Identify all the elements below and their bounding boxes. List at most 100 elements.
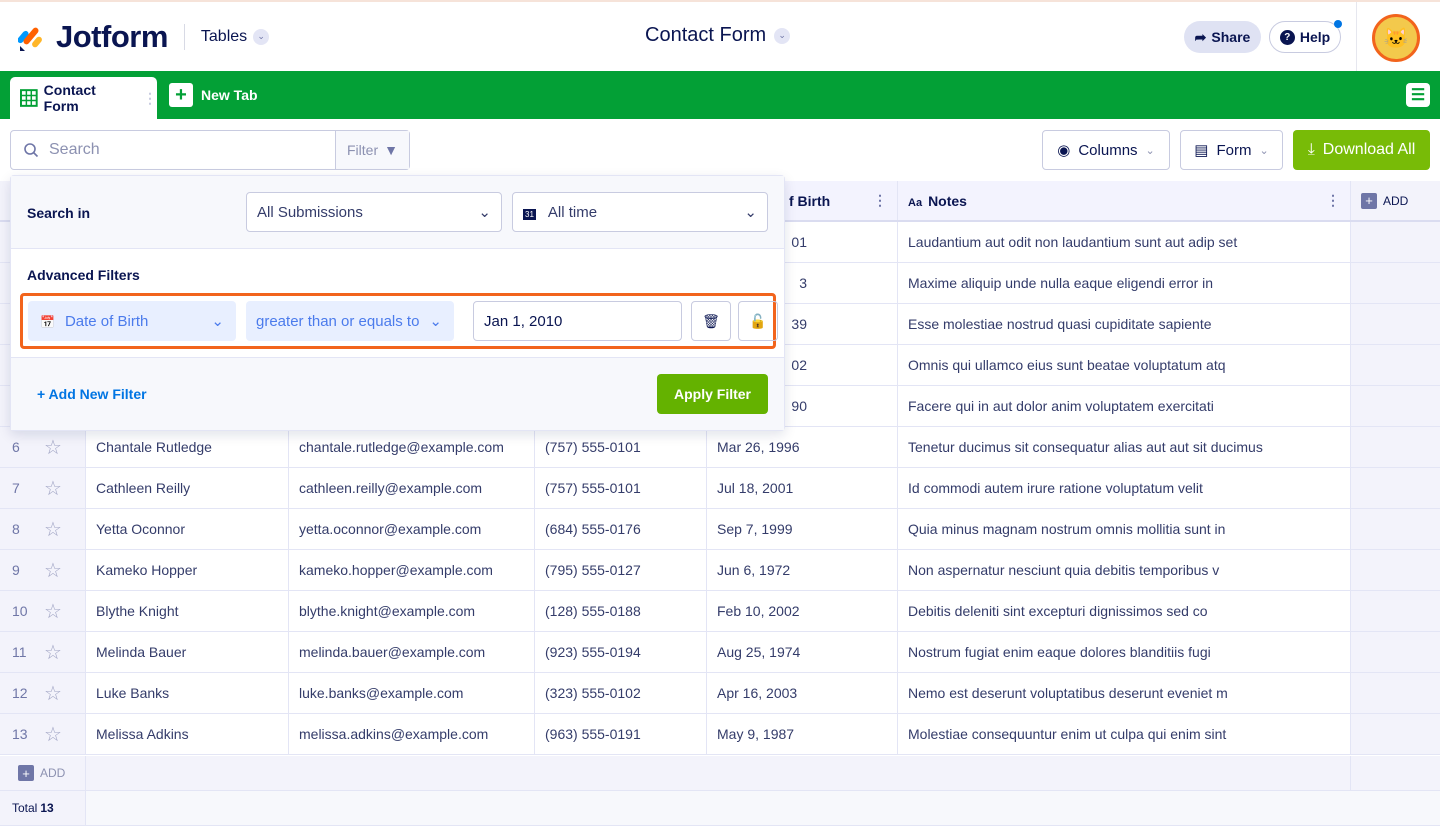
table-row[interactable]: 11 ☆ Melinda Bauer melinda.bauer@example.co… — [0, 632, 1440, 673]
table-row[interactable]: 6 ☆ Chantale Rutledge chantale.rutledge@exa… — [0, 427, 1440, 468]
date-of-birth-cell[interactable]: Jul 18, 2001 — [707, 468, 898, 508]
scope-select[interactable]: All Submissions ⌄ — [246, 192, 502, 232]
notes-cell[interactable]: Omnis qui ullamco eius sunt beatae volup… — [898, 345, 1351, 385]
star-icon[interactable]: ☆ — [44, 640, 62, 665]
star-icon[interactable]: ☆ — [44, 681, 62, 706]
date-of-birth-cell[interactable]: Feb 10, 2002 — [707, 591, 898, 631]
download-all-button[interactable]: ⤓ Download All — [1293, 130, 1430, 170]
new-tab-button[interactable]: + New Tab — [169, 83, 258, 107]
apply-filter-button[interactable]: Apply Filter — [657, 374, 768, 414]
tab-options-icon[interactable]: ⋮ — [143, 90, 157, 107]
table-row[interactable]: 13 ☆ Melissa Adkins melissa.adkins@example.… — [0, 714, 1440, 755]
jotform-logo[interactable]: Jotform — [18, 19, 168, 55]
notes-cell[interactable]: Tenetur ducimus sit consequatur alias au… — [898, 427, 1351, 467]
email-cell[interactable]: yetta.oconnor@example.com — [289, 509, 535, 549]
email-cell[interactable]: chantale.rutledge@example.com — [289, 427, 535, 467]
date-of-birth-cell[interactable]: Sep 7, 1999 — [707, 509, 898, 549]
lock-filter-button[interactable]: 🔓 — [738, 301, 778, 341]
help-button[interactable]: ? Help — [1269, 20, 1342, 53]
search-input[interactable]: Search — [49, 141, 335, 159]
email-cell[interactable]: luke.banks@example.com — [289, 673, 535, 713]
table-row[interactable]: 9 ☆ Kameko Hopper kameko.hopper@example.com… — [0, 550, 1440, 591]
name-cell[interactable]: Cathleen Reilly — [86, 468, 289, 508]
date-of-birth-cell[interactable]: Aug 25, 1974 — [707, 632, 898, 672]
star-icon[interactable]: ☆ — [44, 517, 62, 542]
name-cell[interactable]: Kameko Hopper — [86, 550, 289, 590]
email-cell[interactable]: kameko.hopper@example.com — [289, 550, 535, 590]
chevron-down-icon: ⌄ — [1259, 144, 1269, 157]
search-icon — [24, 143, 39, 158]
add-row-button[interactable]: + ADD — [0, 756, 86, 790]
menu-icon[interactable]: ☰ — [1406, 83, 1430, 107]
name-cell[interactable]: Blythe Knight — [86, 591, 289, 631]
notes-cell[interactable]: Nostrum fugiat enim eaque dolores blandi… — [898, 632, 1351, 672]
tab-contact-form[interactable]: Contact Form ⋮ — [10, 77, 157, 119]
add-new-filter-button[interactable]: + Add New Filter — [37, 386, 147, 402]
share-button[interactable]: ➦ Share — [1184, 21, 1261, 53]
add-filter-label: Add New Filter — [48, 386, 147, 402]
empty-cell — [1351, 468, 1440, 508]
name-cell[interactable]: Yetta Oconnor — [86, 509, 289, 549]
form-button[interactable]: ▤ Form ⌄ — [1180, 130, 1283, 170]
email-cell[interactable]: melinda.bauer@example.com — [289, 632, 535, 672]
phone-cell[interactable]: (128) 555-0188 — [535, 591, 707, 631]
empty-cell — [1351, 509, 1440, 549]
notes-cell[interactable]: Non aspernatur nesciunt quia debitis tem… — [898, 550, 1351, 590]
name-cell[interactable]: Melissa Adkins — [86, 714, 289, 754]
email-cell[interactable]: cathleen.reilly@example.com — [289, 468, 535, 508]
notes-cell[interactable]: Nemo est deserunt voluptatibus deserunt … — [898, 673, 1351, 713]
column-options-icon[interactable]: ⋮ — [1326, 192, 1340, 209]
notes-cell[interactable]: Maxime aliquip unde nulla eaque eligendi… — [898, 263, 1351, 303]
funnel-icon: ▼ — [384, 142, 398, 158]
header-notes[interactable]: Aa Notes ⋮ — [898, 181, 1351, 220]
phone-cell[interactable]: (963) 555-0191 — [535, 714, 707, 754]
divider — [1356, 2, 1357, 73]
notes-cell[interactable]: Debitis deleniti sint excepturi dignissi… — [898, 591, 1351, 631]
date-of-birth-cell[interactable]: Mar 26, 1996 — [707, 427, 898, 467]
form-title-dropdown[interactable]: Contact Form ⌄ — [645, 24, 791, 47]
name-cell[interactable]: Melinda Bauer — [86, 632, 289, 672]
phone-cell[interactable]: (757) 555-0101 — [535, 468, 707, 508]
phone-cell[interactable]: (923) 555-0194 — [535, 632, 707, 672]
add-column-button[interactable]: + ADD — [1351, 181, 1440, 220]
columns-button[interactable]: ◉ Columns ⌄ — [1042, 130, 1170, 170]
field-select[interactable]: 📅 Date of Birth ⌄ — [28, 301, 236, 341]
email-cell[interactable]: blythe.knight@example.com — [289, 591, 535, 631]
notes-cell[interactable]: Laudantium aut odit non laudantium sunt … — [898, 222, 1351, 262]
filter-button[interactable]: Filter ▼ — [335, 131, 409, 169]
notes-cell[interactable]: Molestiae consequuntur enim ut culpa qui… — [898, 714, 1351, 754]
phone-cell[interactable]: (323) 555-0102 — [535, 673, 707, 713]
name-cell[interactable]: Luke Banks — [86, 673, 289, 713]
table-row[interactable]: 7 ☆ Cathleen Reilly cathleen.reilly@example… — [0, 468, 1440, 509]
avatar[interactable]: 🐱 — [1372, 14, 1420, 62]
time-select[interactable]: 31 All time ⌄ — [512, 192, 768, 232]
product-switcher[interactable]: Tables ⌄ — [201, 28, 270, 46]
star-icon[interactable]: ☆ — [44, 722, 62, 747]
phone-cell[interactable]: (757) 555-0101 — [535, 427, 707, 467]
star-icon[interactable]: ☆ — [44, 558, 62, 583]
date-of-birth-cell[interactable]: Jun 6, 1972 — [707, 550, 898, 590]
name-cell[interactable]: Chantale Rutledge — [86, 427, 289, 467]
trash-icon: 🗑 — [702, 312, 720, 329]
delete-filter-button[interactable]: 🗑 — [691, 301, 731, 341]
filter-value-input[interactable]: Jan 1, 2010 — [473, 301, 682, 341]
date-of-birth-cell[interactable]: May 9, 1987 — [707, 714, 898, 754]
email-cell[interactable]: melissa.adkins@example.com — [289, 714, 535, 754]
notes-cell[interactable]: Facere qui in aut dolor anim voluptatem … — [898, 386, 1351, 426]
star-icon[interactable]: ☆ — [44, 435, 62, 460]
operator-select[interactable]: greater than or equals to ⌄ — [246, 301, 454, 341]
date-of-birth-cell[interactable]: Apr 16, 2003 — [707, 673, 898, 713]
table-row[interactable]: 10 ☆ Blythe Knight blythe.knight@example.co… — [0, 591, 1440, 632]
table-row[interactable]: 8 ☆ Yetta Oconnor yetta.oconnor@example.com… — [0, 509, 1440, 550]
column-options-icon[interactable]: ⋮ — [873, 192, 887, 209]
notes-cell[interactable]: Quia minus magnam nostrum omnis mollitia… — [898, 509, 1351, 549]
phone-cell[interactable]: (684) 555-0176 — [535, 509, 707, 549]
phone-cell[interactable]: (795) 555-0127 — [535, 550, 707, 590]
star-icon[interactable]: ☆ — [44, 476, 62, 501]
star-icon[interactable]: ☆ — [44, 599, 62, 624]
table-row[interactable]: 12 ☆ Luke Banks luke.banks@example.com (323)… — [0, 673, 1440, 714]
notes-cell[interactable]: Id commodi autem irure ratione voluptatu… — [898, 468, 1351, 508]
notes-cell[interactable]: Esse molestiae nostrud quasi cupiditate … — [898, 304, 1351, 344]
empty-cell — [1351, 673, 1440, 713]
column-title: f Birth — [789, 192, 831, 209]
